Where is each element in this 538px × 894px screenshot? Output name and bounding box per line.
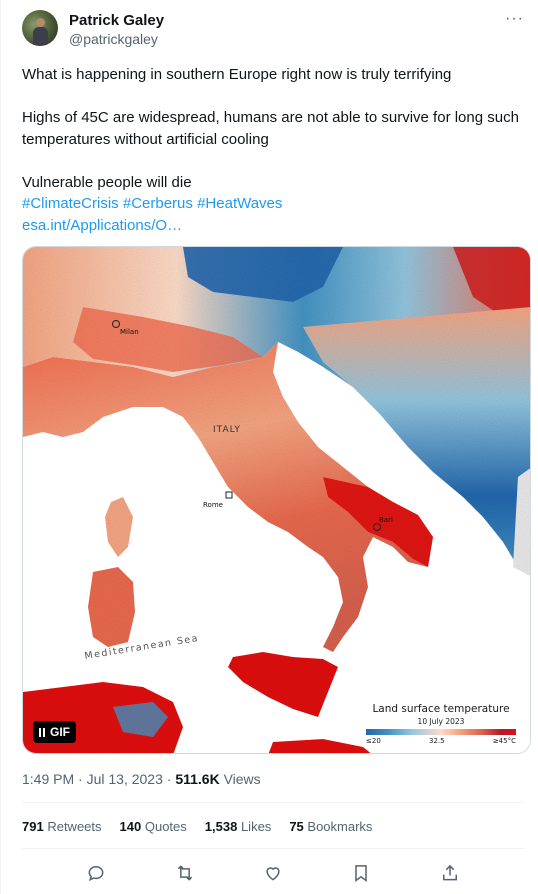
tweet-line: What is happening in southern Europe rig… [22, 66, 452, 83]
reply-icon[interactable] [85, 862, 107, 884]
map-label-milan: Milan [120, 328, 139, 336]
legend-colorbar [366, 729, 516, 735]
tweet-time[interactable]: 1:49 PM · Jul 13, 2023 · [22, 771, 175, 787]
divider [22, 848, 524, 849]
bookmark-icon[interactable] [350, 862, 372, 884]
hashtag-link[interactable]: #ClimateCrisis [22, 195, 119, 212]
gif-badge[interactable]: GIF [33, 721, 76, 743]
hashtag-link[interactable]: #Cerberus [123, 195, 193, 212]
views-count: 511.6K [175, 771, 220, 787]
hashtag-link[interactable]: #HeatWaves [197, 195, 282, 212]
temperature-map: Milan ITALY Rome Bari Mediterranean Sea [23, 247, 530, 753]
column-border [0, 0, 1, 894]
legend-mid: 32.5 [429, 737, 445, 745]
retweet-icon[interactable] [174, 862, 196, 884]
legend-date: 10 July 2023 [417, 717, 465, 726]
bookmarks-stat[interactable]: 75 Bookmarks [289, 819, 372, 834]
likes-stat[interactable]: 1,538 Likes [205, 819, 272, 834]
gif-label: GIF [50, 725, 70, 739]
share-icon[interactable] [439, 862, 461, 884]
media-gif[interactable]: Milan ITALY Rome Bari Mediterranean Sea … [22, 246, 531, 754]
tweet-line: Vulnerable people will die [22, 173, 192, 191]
author-handle[interactable]: @patrickgaley [69, 31, 158, 47]
external-link[interactable]: esa.int/Applications/O… [22, 217, 182, 234]
views-label: Views [219, 771, 261, 787]
tweet-line: Highs of 45C are widespread, humans are … [22, 109, 519, 148]
divider [22, 802, 524, 803]
legend-min: ≤20 [366, 737, 381, 745]
tweet-text: What is happening in southern Europe rig… [22, 64, 522, 236]
author-name[interactable]: Patrick Galey [69, 12, 164, 29]
legend-title: Land surface temperature [372, 703, 510, 715]
avatar[interactable] [22, 10, 58, 46]
retweets-stat[interactable]: 791 Retweets [22, 819, 102, 834]
map-label-rome: Rome [203, 501, 223, 509]
more-options-icon[interactable]: ··· [505, 10, 524, 28]
action-bar [22, 858, 524, 888]
engagement-stats: 791 Retweets 140 Quotes 1,538 Likes 75 B… [22, 819, 372, 834]
map-label-bari: Bari [379, 516, 393, 524]
map-label-italy: ITALY [213, 425, 241, 435]
like-icon[interactable] [262, 862, 284, 884]
tweet-header: Patrick Galey @patrickgaley ··· [22, 10, 524, 50]
map-legend: Land surface temperature 10 July 2023 ≤2… [366, 703, 516, 745]
legend-max: ≥45°C [492, 737, 516, 745]
pause-icon[interactable] [39, 727, 45, 737]
quotes-stat[interactable]: 140 Quotes [120, 819, 187, 834]
tweet-timestamp: 1:49 PM · Jul 13, 2023 · 511.6K Views [22, 771, 261, 787]
